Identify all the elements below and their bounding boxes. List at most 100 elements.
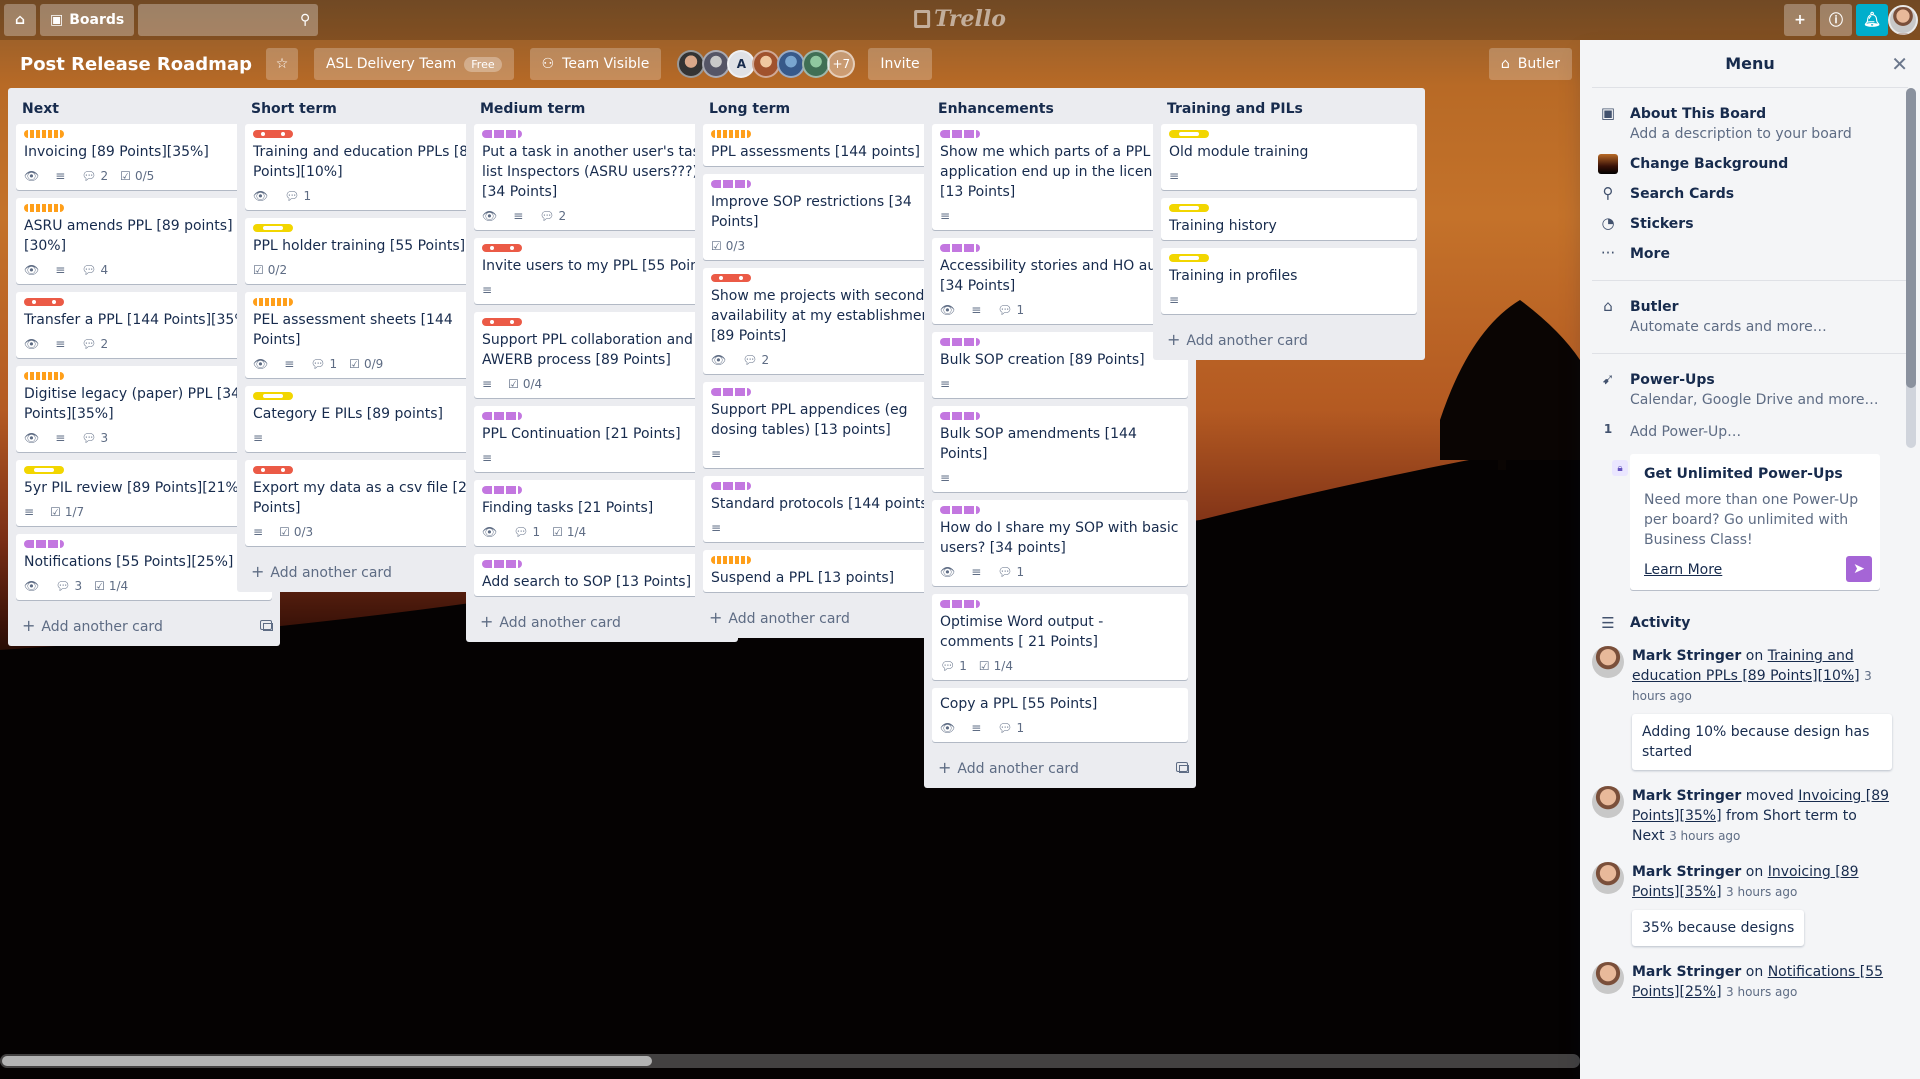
label-orange[interactable] (24, 372, 64, 380)
label-orange[interactable] (24, 130, 64, 138)
card-template-icon[interactable] (1176, 762, 1189, 773)
card[interactable]: Bulk SOP amendments [144 Points] ≡ (932, 406, 1188, 492)
card[interactable]: Training in profiles ≡ (1161, 248, 1417, 314)
trello-logo[interactable]: Trello (914, 6, 1006, 32)
horizontal-scrollbar[interactable] (0, 1054, 1580, 1068)
member-avatar[interactable] (777, 50, 806, 78)
info-button[interactable]: ⓘ (1820, 4, 1852, 36)
card[interactable]: Training history (1161, 198, 1417, 240)
card[interactable]: How do I share my SOP with basic users? … (932, 500, 1188, 586)
card[interactable]: Export my data as a csv file [21 Points]… (245, 460, 501, 546)
add-card-button[interactable]: + Add another card (924, 750, 1196, 784)
create-button[interactable]: + (1784, 4, 1816, 36)
butler-button[interactable]: ⌂ Butler (1488, 48, 1572, 80)
team-button[interactable]: ASL Delivery Team Free (313, 48, 514, 80)
card[interactable]: Optimise Word output - comments [ 21 Poi… (932, 594, 1188, 680)
member-avatar[interactable] (802, 50, 831, 78)
add-card-button[interactable]: + Add another card (1153, 322, 1425, 356)
card[interactable]: Show me which parts of a PPL application… (932, 124, 1188, 230)
label-orange[interactable] (711, 130, 751, 138)
learn-more-link[interactable]: Learn More (1644, 562, 1722, 578)
label-purple[interactable] (482, 560, 522, 568)
card[interactable]: Bulk SOP creation [89 Points] ≡ (932, 332, 1188, 398)
activity-avatar[interactable] (1592, 786, 1624, 818)
card[interactable]: Invoicing [89 Points][35%] 👁︎ ≡ 💬︎ 2 ☑ 0/5 (16, 124, 272, 190)
card-template-icon[interactable] (260, 620, 273, 631)
label-purple[interactable] (482, 412, 522, 420)
member-avatar[interactable]: A (727, 50, 756, 78)
card[interactable]: Support PPL collaboration and AWERB proc… (474, 312, 730, 398)
close-icon[interactable]: ✕ (1891, 52, 1908, 76)
card[interactable]: Accessibility stories and HO audit [34 P… (932, 238, 1188, 324)
list-title[interactable]: Long term (709, 101, 790, 117)
label-purple[interactable] (940, 412, 980, 420)
card[interactable]: PPL holder training [55 Points] ☑ 0/2 (245, 218, 501, 284)
label-purple[interactable] (482, 486, 522, 494)
card[interactable]: 5yr PIL review [89 Points][21%] ≡ ☑ 1/7 (16, 460, 272, 526)
activity-time[interactable]: 3 hours ago (1669, 829, 1740, 843)
card[interactable]: PPL assessments [144 points] (703, 124, 959, 166)
label-red[interactable] (24, 298, 64, 306)
activity-user[interactable]: Mark Stringer (1632, 864, 1741, 880)
add-card-button[interactable]: + Add another card (8, 608, 280, 642)
more-item[interactable]: ··· More (1592, 240, 1908, 268)
label-purple[interactable] (711, 482, 751, 490)
stickers-item[interactable]: ◔ Stickers (1592, 210, 1908, 238)
label-red[interactable] (711, 274, 751, 282)
activity-user[interactable]: Mark Stringer (1632, 648, 1741, 664)
card[interactable]: Put a task in another user's task list I… (474, 124, 730, 230)
activity-avatar[interactable] (1592, 862, 1624, 894)
about-board-item[interactable]: ▣ About This Board Add a description to … (1592, 100, 1908, 148)
visibility-button[interactable]: ⚇ Team Visible (529, 48, 662, 80)
card[interactable]: Notifications [55 Points][25%] 👁︎ 💬︎ 3 ☑ 1/4 (16, 534, 272, 600)
card[interactable]: Standard protocols [144 points] ≡ (703, 476, 959, 542)
add-powerup-item[interactable]: 1 Add Power-Up… (1592, 418, 1908, 446)
activity-avatar[interactable] (1592, 962, 1624, 994)
label-red[interactable] (253, 130, 293, 138)
notifications-button[interactable]: 🔔︎ (1856, 4, 1888, 36)
powerups-item[interactable]: ➹ Power-Ups Calendar, Google Drive and m… (1592, 366, 1908, 414)
card[interactable]: ASRU amends PPL [89 points][30%] 👁︎ ≡ 💬︎ 4 (16, 198, 272, 284)
send-icon[interactable]: ➤ (1846, 556, 1872, 582)
activity-time[interactable]: 3 hours ago (1726, 985, 1797, 999)
menu-scrollbar-thumb[interactable] (1906, 88, 1916, 388)
label-yellow[interactable] (24, 466, 64, 474)
label-red[interactable] (482, 318, 522, 326)
card[interactable]: Improve SOP restrictions [34 Points] ☑ 0/3 (703, 174, 959, 260)
activity-user[interactable]: Mark Stringer (1632, 788, 1741, 804)
card[interactable]: Finding tasks [21 Points] 👁︎ 💬︎ 1 ☑ 1/4 (474, 480, 730, 546)
list-title[interactable]: Next (22, 101, 59, 117)
member-avatar[interactable] (702, 50, 731, 78)
label-purple[interactable] (940, 130, 980, 138)
label-orange[interactable] (24, 204, 64, 212)
card[interactable]: Copy a PPL [55 Points] 👁︎ ≡ 💬︎ 1 (932, 688, 1188, 742)
scrollbar-thumb[interactable] (2, 1056, 652, 1066)
label-purple[interactable] (24, 540, 64, 548)
label-yellow[interactable] (253, 224, 293, 232)
activity-time[interactable]: 3 hours ago (1726, 885, 1797, 899)
card[interactable]: Suspend a PPL [13 points] (703, 550, 959, 592)
home-button[interactable]: ⌂ (4, 4, 36, 36)
list-title[interactable]: Enhancements (938, 101, 1054, 117)
card[interactable]: Support PPL appendices (eg dosing tables… (703, 382, 959, 468)
label-purple[interactable] (711, 388, 751, 396)
card[interactable]: Old module training ≡ (1161, 124, 1417, 190)
boards-button[interactable]: ▣ Boards (40, 4, 135, 36)
label-purple[interactable] (711, 180, 751, 188)
card[interactable]: PEL assessment sheets [144 Points] 👁︎ ≡ 💬︎ 1… (245, 292, 501, 378)
member-avatar[interactable] (752, 50, 781, 78)
card[interactable]: Training and education PPLs [89 Points][… (245, 124, 501, 210)
list-title[interactable]: Medium term (480, 101, 585, 117)
label-yellow[interactable] (1169, 204, 1209, 212)
activity-user[interactable]: Mark Stringer (1632, 964, 1741, 980)
card[interactable]: Digitise legacy (paper) PPL [34 Points][… (16, 366, 272, 452)
member-avatar[interactable] (677, 50, 706, 78)
invite-button[interactable]: Invite (868, 48, 932, 80)
label-yellow[interactable] (1169, 130, 1209, 138)
label-purple[interactable] (482, 130, 522, 138)
butler-item[interactable]: ⌂ Butler Automate cards and more… (1592, 293, 1908, 341)
label-purple[interactable] (940, 600, 980, 608)
label-purple[interactable] (940, 244, 980, 252)
label-purple[interactable] (940, 338, 980, 346)
menu-scrollbar[interactable] (1906, 88, 1916, 448)
